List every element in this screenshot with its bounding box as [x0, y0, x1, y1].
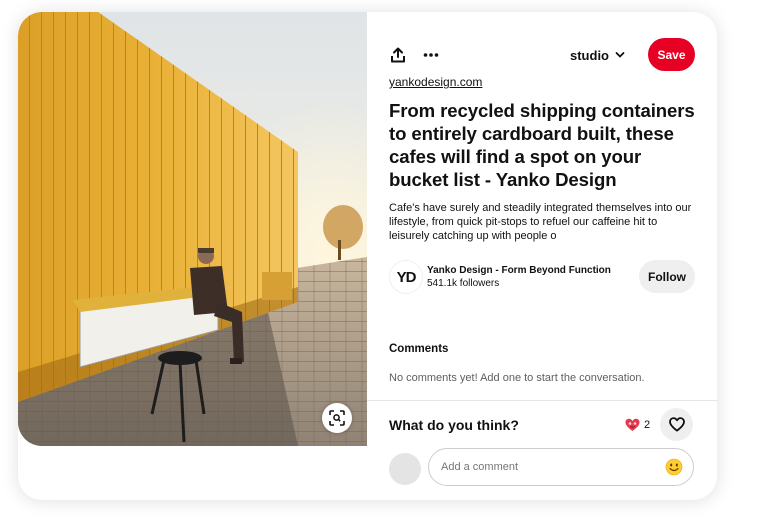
- comment-composer: [428, 448, 694, 486]
- creator-followers: 541.1k followers: [427, 278, 500, 289]
- follow-button[interactable]: Follow: [639, 260, 695, 293]
- chevron-down-icon: [615, 52, 625, 58]
- share-icon: [391, 47, 405, 63]
- pin-closeup-card: studio Save yankodesign.com From recycle…: [18, 12, 717, 500]
- save-button[interactable]: Save: [648, 38, 695, 71]
- heart-outline-icon: [668, 417, 685, 432]
- creator-avatar[interactable]: YD: [389, 260, 423, 294]
- pin-image[interactable]: [18, 12, 367, 446]
- comments-heading: Comments: [389, 343, 449, 355]
- pin-details-panel: studio Save yankodesign.com From recycle…: [367, 12, 717, 500]
- more-options-button[interactable]: [414, 38, 448, 72]
- reaction-summary[interactable]: 2: [625, 415, 650, 435]
- comment-input[interactable]: [441, 449, 661, 485]
- feedback-prompt: What do you think?: [389, 417, 519, 433]
- source-link[interactable]: yankodesign.com: [389, 75, 482, 89]
- cafe-photo: [18, 12, 367, 446]
- board-name: studio: [570, 47, 609, 63]
- board-select-dropdown[interactable]: studio: [570, 38, 625, 72]
- smiley-emoji-icon[interactable]: [665, 458, 683, 476]
- creator-name[interactable]: Yanko Design - Form Beyond Function: [427, 265, 611, 276]
- pin-toolbar: studio Save: [389, 38, 695, 72]
- pin-title: From recycled shipping containers to ent…: [389, 100, 695, 190]
- pin-description: Cafe's have surely and steadily integrat…: [389, 202, 692, 242]
- comments-empty-message: No comments yet! Add one to start the co…: [389, 372, 645, 384]
- reaction-count: 2: [644, 419, 651, 431]
- react-button[interactable]: [660, 408, 693, 441]
- visual-search-button[interactable]: [322, 403, 352, 433]
- heart-eyes-icon: [625, 418, 640, 431]
- more-options-icon: [423, 53, 439, 57]
- visual-search-icon: [329, 410, 345, 426]
- divider: [367, 400, 717, 401]
- creator-row: YD Yanko Design - Form Beyond Function 5…: [389, 260, 695, 294]
- user-avatar[interactable]: [389, 453, 421, 485]
- share-button[interactable]: [381, 38, 415, 72]
